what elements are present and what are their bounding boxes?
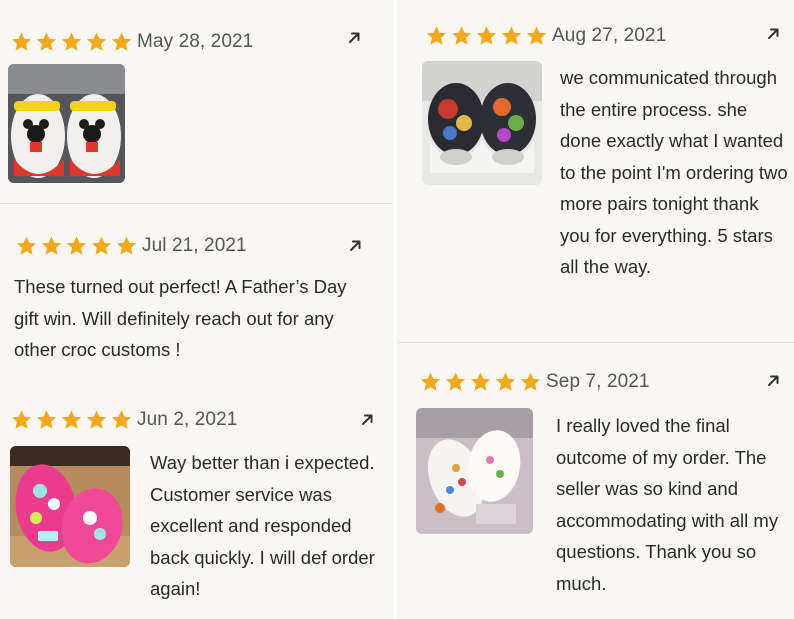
review-header: Aug 27, 2021 [425, 24, 666, 48]
star-icon [519, 371, 542, 393]
expand-arrow-icon[interactable] [346, 30, 362, 46]
review-header: May 28, 2021 [10, 30, 253, 54]
star-icon [10, 31, 33, 53]
reviews-column-left: May 28, 2021 Jul 21, 2021 These turned o… [0, 0, 392, 619]
star-icon [110, 31, 133, 53]
star-icon [65, 235, 88, 257]
star-rating [425, 25, 550, 47]
review-photo[interactable] [10, 446, 130, 567]
review-photo[interactable] [416, 408, 533, 534]
review-card: Jul 21, 2021 These turned out perfect! A… [0, 204, 392, 384]
star-icon [469, 371, 492, 393]
column-divider [394, 0, 396, 619]
review-card: May 28, 2021 [0, 0, 392, 203]
star-icon [85, 409, 108, 431]
review-date: Jun 2, 2021 [137, 409, 238, 430]
expand-arrow-icon[interactable] [765, 26, 781, 42]
star-icon [35, 31, 58, 53]
star-rating [15, 235, 140, 257]
star-rating [10, 409, 135, 431]
review-date: Jul 21, 2021 [142, 235, 247, 256]
review-photo[interactable] [422, 61, 542, 185]
review-text: I really loved the final outcome of my o… [556, 415, 779, 594]
pink-crocs-image [10, 446, 130, 567]
star-icon [10, 409, 33, 431]
review-date: May 28, 2021 [137, 31, 254, 52]
star-icon [85, 31, 108, 53]
review-text: Way better than i expected. Customer ser… [150, 452, 375, 599]
star-icon [15, 235, 38, 257]
printed-crocs-image [422, 61, 542, 185]
star-icon [494, 371, 517, 393]
review-header: Jul 21, 2021 [15, 234, 247, 258]
expand-arrow-icon[interactable] [359, 412, 375, 428]
star-icon [450, 25, 473, 47]
star-rating [419, 371, 544, 393]
review-text: These turned out perfect! A Father’s Day… [14, 276, 347, 360]
star-rating [10, 31, 135, 53]
review-photo[interactable] [8, 64, 125, 183]
star-icon [35, 409, 58, 431]
star-icon [115, 235, 138, 257]
review-card: Sep 7, 2021 I really loved the final out… [398, 343, 794, 619]
review-card: Aug 27, 2021 we communicated through the… [398, 0, 794, 342]
star-icon [525, 25, 548, 47]
mickey-minnie-crocs-image [8, 64, 125, 183]
review-date: Aug 27, 2021 [552, 25, 667, 46]
star-icon [60, 31, 83, 53]
star-icon [40, 235, 63, 257]
star-icon [419, 371, 442, 393]
expand-arrow-icon[interactable] [347, 238, 363, 254]
review-date: Sep 7, 2021 [546, 371, 650, 392]
star-icon [444, 371, 467, 393]
star-icon [60, 409, 83, 431]
star-icon [475, 25, 498, 47]
review-text: we communicated through the entire proce… [560, 67, 788, 277]
star-icon [110, 409, 133, 431]
review-header: Sep 7, 2021 [419, 370, 650, 394]
star-icon [425, 25, 448, 47]
expand-arrow-icon[interactable] [765, 373, 781, 389]
reviews-column-right: Aug 27, 2021 we communicated through the… [398, 0, 794, 619]
review-card: Jun 2, 2021 Way better than i expected. … [0, 384, 392, 619]
white-crocs-image [416, 408, 533, 534]
review-header: Jun 2, 2021 [10, 408, 237, 432]
star-icon [500, 25, 523, 47]
star-icon [90, 235, 113, 257]
